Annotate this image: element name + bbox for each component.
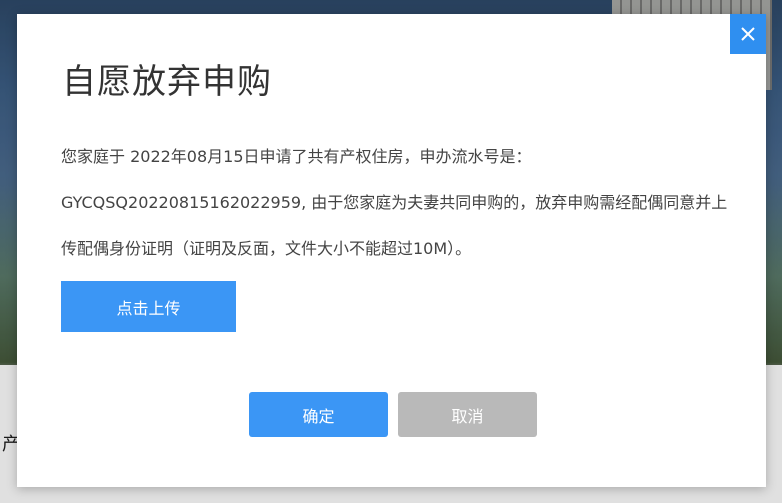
abandon-purchase-dialog: 自愿放弃申购 您家庭于 2022年08月15日申请了共有产权住房，申办流水号是：… bbox=[17, 14, 766, 487]
dialog-message: 您家庭于 2022年08月15日申请了共有产权住房，申办流水号是：GYCQSQ2… bbox=[61, 147, 728, 258]
confirm-button[interactable]: 确定 bbox=[249, 392, 388, 437]
dialog-title: 自愿放弃申购 bbox=[62, 62, 272, 102]
close-icon bbox=[741, 27, 755, 41]
close-button[interactable] bbox=[730, 14, 766, 54]
upload-button[interactable]: 点击上传 bbox=[61, 281, 236, 332]
cancel-button[interactable]: 取消 bbox=[398, 392, 537, 437]
